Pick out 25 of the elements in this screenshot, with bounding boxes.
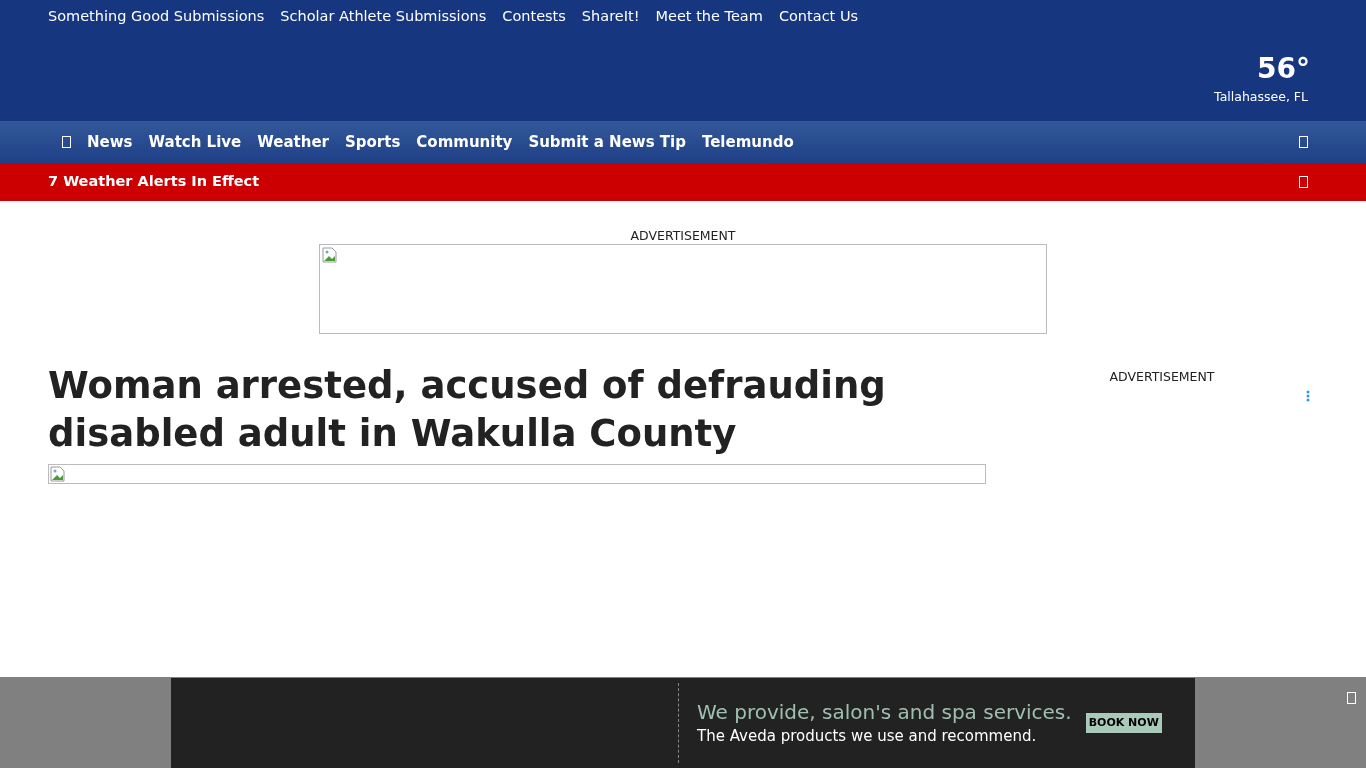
broken-image-icon (322, 247, 338, 263)
nav-item[interactable]: Submit a News Tip (528, 130, 686, 154)
nav-item[interactable]: Weather (257, 130, 329, 154)
ad-label: ADVERTISEMENT (1109, 368, 1215, 386)
article-headline: Woman arrested, accused of defrauding disabled adult in Wakulla County (48, 363, 887, 457)
broken-image-icon (50, 466, 66, 482)
book-now-button[interactable]: BOOK NOW (1085, 712, 1162, 734)
ad-subline: The Aveda products we use and recommend. (697, 726, 1038, 747)
nav-item[interactable]: Sports (345, 130, 401, 154)
ad-headline: We provide, salon's and spa services. (697, 699, 1072, 725)
weather-location: Tallahassee, FL (1214, 88, 1309, 106)
nav-item[interactable]: News (87, 130, 133, 154)
top-link[interactable]: ShareIt! (581, 6, 640, 24)
more-options-icon[interactable] (1306, 390, 1310, 402)
temperature: 56° (1257, 52, 1311, 86)
top-link[interactable]: Something Good Submissions (48, 6, 265, 24)
nav-item[interactable]: Watch Live (148, 130, 242, 154)
nav-item[interactable]: Telemundo (701, 130, 794, 154)
nav-item[interactable]: Community (416, 130, 513, 154)
top-link[interactable]: Contests (502, 6, 566, 24)
ad-label: ADVERTISEMENT (630, 228, 736, 244)
top-link[interactable]: Meet the Team (655, 6, 763, 24)
top-link[interactable]: Scholar Athlete Submissions (280, 6, 487, 24)
top-link[interactable]: Contact Us (778, 6, 859, 24)
alert-link[interactable]: 7 Weather Alerts In Effect (48, 171, 260, 193)
